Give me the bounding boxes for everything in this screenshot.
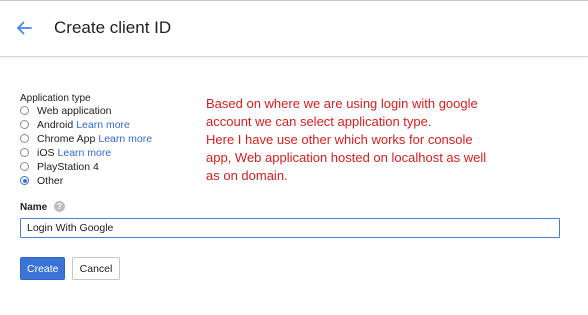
radio-button[interactable] [20,120,29,129]
radio-button[interactable] [20,106,29,115]
learn-more-link-ios[interactable]: Learn more [58,147,112,159]
arrow-left-icon[interactable] [13,17,35,39]
radio-button[interactable] [20,134,29,143]
radio-button[interactable] [20,148,29,157]
radio-label: Web application [37,105,112,117]
annotation-line: app, Web application hosted on localhost… [206,150,487,165]
cancel-button[interactable]: Cancel [72,257,120,280]
radio-button[interactable] [20,162,29,171]
annotation-line: as on domain. [206,168,288,183]
name-label: Name [20,202,48,213]
annotation-note: Based on where we are using login with g… [206,95,516,185]
radio-label: Android [37,119,74,131]
page: Create client ID Application type Web ap… [0,0,588,315]
page-title: Create client ID [54,18,172,37]
radio-label: Other [37,175,64,187]
radio-label: Chrome App [37,133,96,145]
learn-more-link-android[interactable]: Learn more [76,119,130,131]
name-input[interactable] [20,218,560,238]
radio-label: iOS [37,147,55,159]
create-button[interactable]: Create [20,257,65,280]
annotation-line: Here I have use other which works for co… [206,132,473,147]
annotation-line: account we can select application type. [206,114,432,129]
help-circle-icon[interactable]: ? [54,201,65,212]
annotation-line: Based on where we are using login with g… [206,96,478,111]
learn-more-link-chrome-app[interactable]: Learn more [98,133,152,145]
header: Create client ID [0,1,588,57]
radio-button-selected[interactable] [20,176,29,185]
radio-label: PlayStation 4 [37,161,99,173]
